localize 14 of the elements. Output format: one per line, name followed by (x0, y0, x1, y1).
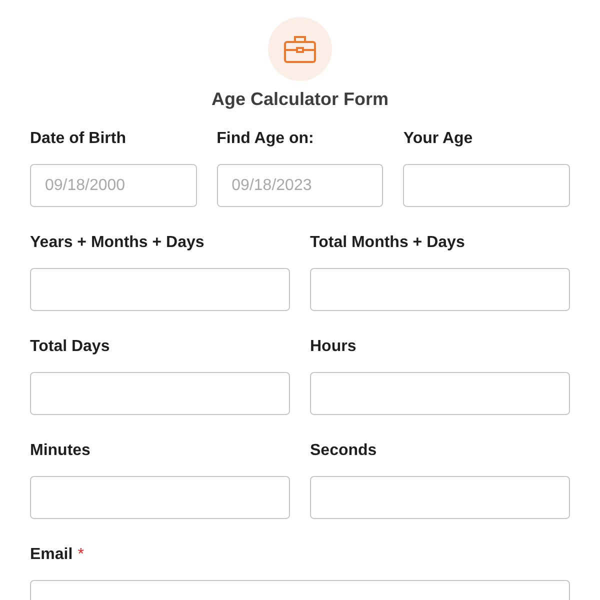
field-label: Email (30, 546, 73, 565)
field-label: Seconds (310, 442, 377, 461)
field-label: Hours (310, 338, 356, 357)
field-label: Date of Birth (30, 130, 126, 149)
field-label: Find Age on: (216, 130, 314, 149)
field-label: Total Days (30, 338, 110, 357)
field-label: Years + Months + Days (30, 234, 204, 253)
field-label: Minutes (30, 442, 90, 461)
required-mark: * (78, 546, 84, 565)
input-field[interactable]: 09/18/2023 (216, 164, 384, 207)
input-field[interactable]: 09/18/2000 (30, 164, 197, 207)
form-title: Age Calculator Form (210, 89, 390, 110)
field-label: Your Age (403, 130, 473, 149)
field-label: Total Months + Days (310, 234, 465, 253)
